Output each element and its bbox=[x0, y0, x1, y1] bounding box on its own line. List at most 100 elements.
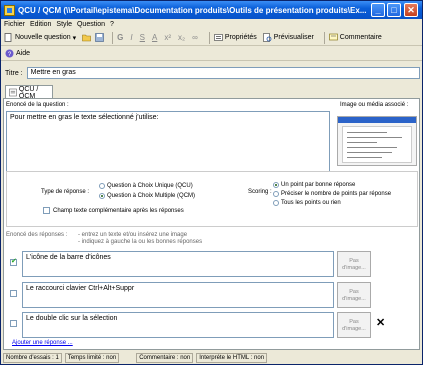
editor-panel: Enoncé de la question : Image ou média a… bbox=[3, 98, 420, 350]
scoring-option-label: Un point par bonne réponse bbox=[281, 182, 356, 188]
help-toolbar: ? Aide bbox=[1, 47, 422, 61]
preview-button[interactable]: Prévisualiser bbox=[262, 33, 314, 42]
titre-label: Titre : bbox=[5, 69, 23, 77]
maximize-button[interactable]: □ bbox=[387, 3, 401, 17]
answer-image-button[interactable]: Pas d'image... bbox=[337, 312, 371, 338]
properties-button[interactable]: Propriétés bbox=[213, 33, 257, 42]
answer-correct-checkbox[interactable] bbox=[10, 290, 17, 297]
answer-correct-checkbox[interactable] bbox=[10, 320, 17, 327]
answer-row: Le double clic sur la sélection Pas d'im… bbox=[6, 311, 418, 339]
question-label: Enoncé de la question : bbox=[6, 102, 69, 108]
question-textarea[interactable]: Pour mettre en gras le texte sélectionné… bbox=[6, 111, 330, 175]
qcm-radio[interactable] bbox=[99, 193, 105, 199]
scoring-option-custom[interactable]: Préciser le nombre de points par réponse bbox=[273, 191, 391, 197]
answers-hint-2: - indiquez à gauche la ou les bonnes rép… bbox=[78, 239, 203, 245]
scoring-option-all-or-nothing[interactable]: Tous les points ou rien bbox=[273, 200, 341, 206]
scoring-option-one-point[interactable]: Un point par bonne réponse bbox=[273, 182, 355, 188]
menu-fichier[interactable]: Fichier bbox=[4, 19, 25, 30]
tab-qcu-qcm[interactable]: QCU / QCM bbox=[5, 85, 53, 100]
close-button[interactable]: ✕ bbox=[404, 3, 418, 17]
title-bar[interactable]: QCU / QCM (\\Portail\epistema\Documentat… bbox=[1, 1, 422, 19]
thumbnail-line bbox=[347, 137, 402, 138]
answer-input[interactable]: Le raccourci clavier Ctrl+Alt+Suppr bbox=[22, 282, 334, 308]
thumbnail-line bbox=[347, 132, 387, 133]
main-toolbar: Nouvelle question ▾ G I S A x² x₂ ∞ Prop… bbox=[1, 30, 422, 46]
new-document-icon bbox=[4, 33, 12, 42]
menu-edition[interactable]: Edition bbox=[30, 19, 51, 30]
comment-icon bbox=[328, 33, 338, 41]
open-folder-icon[interactable] bbox=[82, 33, 91, 42]
toolbar-separator bbox=[112, 31, 114, 44]
chevron-down-icon[interactable]: ▾ bbox=[73, 34, 77, 42]
properties-label: Propriétés bbox=[224, 34, 257, 41]
answer-image-button[interactable]: Pas d'image... bbox=[337, 282, 371, 308]
preview-label: Prévisualiser bbox=[273, 34, 314, 41]
text-color-button[interactable]: A bbox=[152, 33, 157, 42]
minimize-button[interactable]: _ bbox=[371, 3, 385, 17]
answer-input[interactable]: L'icône de la barre d'icônes bbox=[22, 251, 334, 277]
thumbnail-line bbox=[347, 142, 377, 143]
answers-hint-1: - entrez un texte et/ou insérez une imag… bbox=[78, 232, 188, 238]
save-icon[interactable] bbox=[95, 33, 104, 42]
underline-button[interactable]: S bbox=[140, 33, 145, 42]
comment-button[interactable]: Commentaire bbox=[328, 33, 382, 42]
qcm-option-label: Question à Choix Multiple (QCM) bbox=[107, 193, 196, 199]
thumbnail-line bbox=[347, 152, 392, 153]
qcm-option[interactable]: Question à Choix Multiple (QCM) bbox=[99, 193, 195, 199]
qcu-option[interactable]: Question à Choix Unique (QCU) bbox=[99, 183, 193, 189]
qcu-radio[interactable] bbox=[99, 183, 105, 189]
help-label: Aide bbox=[16, 50, 31, 57]
bold-button[interactable]: G bbox=[117, 33, 123, 42]
subscript-button[interactable]: x₂ bbox=[178, 33, 185, 42]
menu-bar: Fichier Edition Style Question ? bbox=[1, 19, 422, 30]
superscript-button[interactable]: x² bbox=[164, 33, 171, 42]
media-label: Image ou média associé : bbox=[340, 102, 409, 108]
qcu-option-label: Question à Choix Unique (QCU) bbox=[107, 183, 193, 189]
thumbnail-title-bar bbox=[338, 117, 416, 123]
toolbar-separator bbox=[323, 31, 325, 44]
status-commentaire: Commentaire : non bbox=[136, 353, 194, 363]
answer-input[interactable]: Le double clic sur la sélection bbox=[22, 312, 334, 338]
complement-checkbox[interactable] bbox=[43, 207, 50, 214]
scoring-option-label: Tous les points ou rien bbox=[281, 200, 341, 206]
thumbnail-line bbox=[347, 157, 382, 158]
new-question-button[interactable]: Nouvelle question ▾ bbox=[4, 33, 76, 42]
scoring-label: Scoring : bbox=[248, 189, 272, 195]
app-window: QCU / QCM (\\Portail\epistema\Documentat… bbox=[0, 0, 423, 365]
thumbnail-line bbox=[347, 147, 397, 148]
status-bar: Nombre d'essais : 1 Temps limité : non C… bbox=[1, 352, 422, 364]
media-thumbnail[interactable] bbox=[337, 116, 417, 166]
complement-option[interactable]: Champ texte complémentaire après les rép… bbox=[43, 207, 184, 214]
status-essais: Nombre d'essais : 1 bbox=[3, 353, 62, 363]
app-icon bbox=[4, 4, 15, 16]
answer-image-button[interactable]: Pas d'image... bbox=[337, 251, 371, 277]
preview-icon bbox=[262, 33, 272, 42]
list-icon bbox=[9, 88, 17, 97]
help-icon: ? bbox=[5, 49, 14, 58]
answer-row: L'icône de la barre d'icônes Pas d'image… bbox=[6, 250, 418, 278]
thumbnail-screenshot bbox=[342, 126, 412, 163]
properties-icon bbox=[213, 34, 223, 41]
delete-answer-icon[interactable]: ✕ bbox=[376, 316, 385, 329]
link-button[interactable]: ∞ bbox=[192, 33, 198, 42]
italic-button[interactable]: I bbox=[130, 33, 132, 42]
answer-row: Le raccourci clavier Ctrl+Alt+Suppr Pas … bbox=[6, 281, 418, 309]
add-answer-link[interactable]: Ajouter une réponse ... bbox=[12, 340, 73, 346]
menu-help[interactable]: ? bbox=[110, 19, 114, 30]
scoring-radio[interactable] bbox=[273, 182, 279, 188]
toolbar-separator bbox=[208, 31, 210, 44]
menu-question[interactable]: Question bbox=[77, 19, 105, 30]
response-settings: Type de réponse : Question à Choix Uniqu… bbox=[6, 171, 418, 227]
menu-style[interactable]: Style bbox=[56, 19, 72, 30]
status-html: Interpréte le HTML : non bbox=[196, 353, 268, 363]
titre-input[interactable]: Mettre en gras bbox=[26, 67, 420, 79]
scoring-radio[interactable] bbox=[273, 200, 279, 206]
scoring-option-label: Préciser le nombre de points par réponse bbox=[281, 191, 392, 197]
new-question-label: Nouvelle question bbox=[15, 34, 71, 41]
answers-label: Enoncé des réponses : bbox=[6, 232, 68, 238]
scoring-radio[interactable] bbox=[273, 191, 279, 197]
answer-correct-checkbox[interactable] bbox=[10, 257, 17, 266]
help-button[interactable]: ? Aide bbox=[5, 49, 30, 58]
window-title: QCU / QCM (\\Portail\epistema\Documentat… bbox=[18, 5, 367, 15]
complement-label: Champ texte complémentaire après les rép… bbox=[53, 207, 184, 214]
